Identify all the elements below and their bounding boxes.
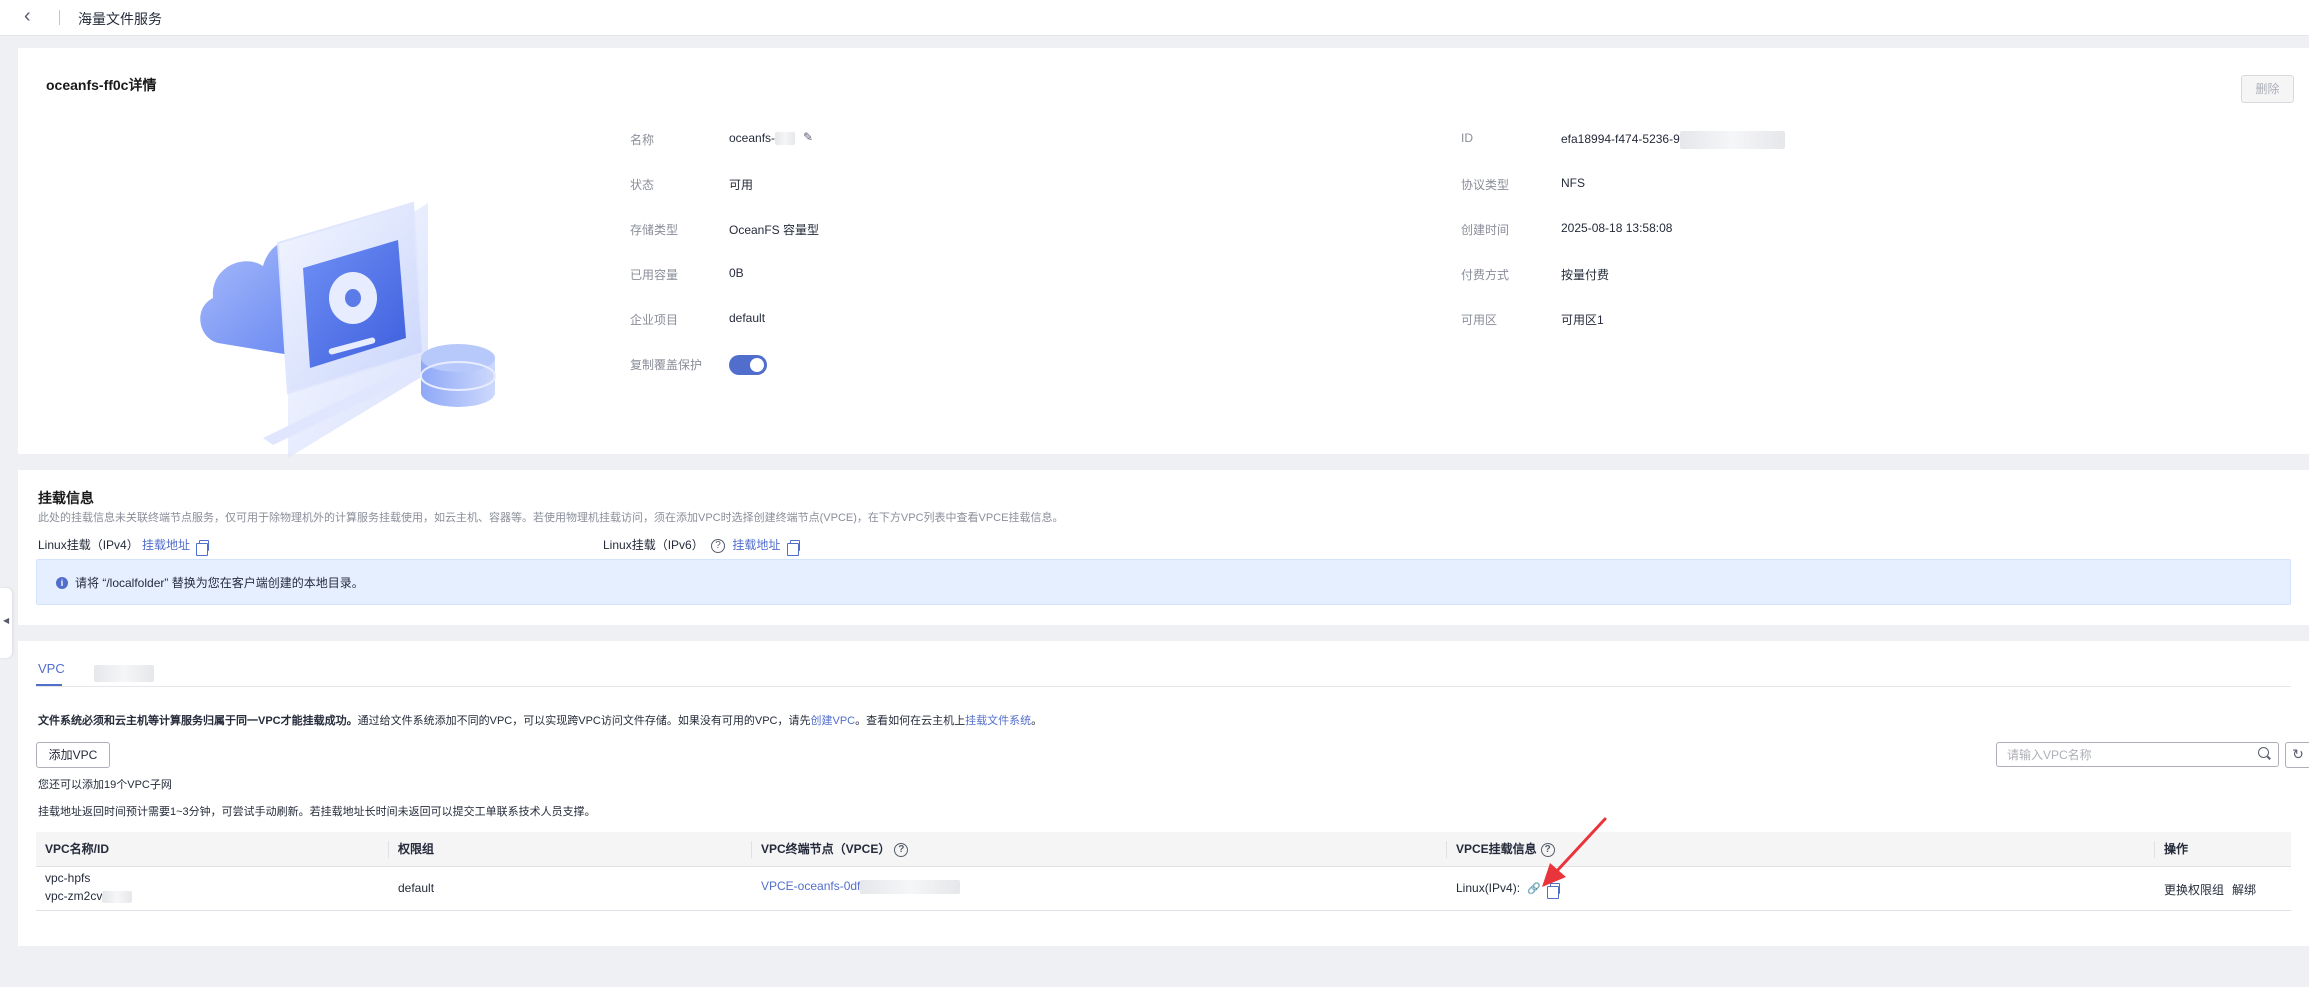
edit-icon[interactable]: ✎ [803, 130, 813, 144]
top-bar: ‹ 海量文件服务 [0, 0, 2309, 36]
info-banner [36, 559, 2291, 605]
storage-type-value: OceanFS 容量型 [729, 223, 820, 237]
col-vpce: VPC终端节点（VPCE）? [761, 832, 912, 867]
remain-vpc-text: 您还可以添加19个VPC子网 [38, 779, 172, 791]
search-icon[interactable] [2258, 747, 2269, 758]
copy-icon[interactable] [786, 540, 800, 557]
col-divider [751, 841, 752, 858]
az-label: 可用区 [1461, 313, 1498, 327]
info-icon: i [56, 577, 68, 589]
chevron-left-icon[interactable]: ‹ [24, 6, 46, 28]
ipv6-mount-label: Linux挂载（IPv6） [603, 538, 704, 552]
change-perm-group-link[interactable]: 更换权限组 [2164, 881, 2224, 898]
col-actions: 操作 [2164, 842, 2189, 856]
divider [59, 10, 60, 25]
help-icon[interactable]: ? [894, 842, 909, 857]
perm-group-value: default [398, 881, 435, 895]
col-perm-group: 权限组 [398, 842, 435, 856]
vpce-value[interactable]: VPCE-oceanfs-0df [761, 879, 961, 894]
ipv4-mount-label: Linux挂载（IPv4） [38, 538, 139, 552]
refresh-icon: ↻ [2292, 746, 2304, 762]
status-value: 可用 [729, 178, 754, 192]
enterprise-project-label: 企业项目 [630, 313, 679, 327]
vpc-note: 文件系统必须和云主机等计算服务归属于同一VPC才能挂载成功。通过给文件系统添加不… [38, 715, 1043, 727]
table-row: vpc-hpfs vpc-zm2cv default VPCE-oceanfs-… [36, 867, 2291, 911]
help-icon[interactable]: ? [711, 538, 726, 553]
refresh-button[interactable]: ↻ [2285, 742, 2309, 768]
protocol-label: 协议类型 [1461, 178, 1510, 192]
create-vpc-link[interactable]: 创建VPC [810, 715, 855, 727]
col-divider [388, 841, 389, 858]
info-banner-text: 请将 “/localfolder” 替换为您在客户端创建的本地目录。 [75, 576, 364, 590]
storage-type-label: 存储类型 [630, 223, 679, 237]
protocol-value: NFS [1561, 176, 1585, 190]
ipv6-mount: Linux挂载（IPv6） ? 挂载地址 [603, 536, 800, 557]
col-divider [1446, 841, 1447, 858]
status-label: 状态 [630, 178, 655, 192]
billing-label: 付费方式 [1461, 268, 1510, 282]
side-collapse-handle[interactable]: ◀ [0, 588, 12, 658]
billing-value: 按量付费 [1561, 268, 1610, 282]
mount-info-card: 挂载信息 此处的挂载信息未关联终端节点服务，仅可用于除物理机外的计算服务挂载使用… [18, 470, 2309, 625]
add-vpc-button[interactable]: 添加VPC [36, 742, 110, 768]
detail-card: oceanfs-ff0c详情 删除 名称 oceanfs- ✎ 状态 可用 存储… [18, 48, 2309, 458]
ipv4-mount: Linux挂载（IPv4） 挂载地址 [38, 536, 210, 557]
used-capacity-value: 0B [729, 266, 744, 280]
mount-info-title: 挂载信息 [38, 490, 94, 506]
ipv4-mount-link[interactable]: 挂载地址 [142, 538, 190, 552]
name-value: oceanfs- [729, 131, 796, 146]
overwrite-protect-toggle[interactable] [729, 355, 767, 375]
delete-button[interactable]: 删除 [2241, 75, 2294, 103]
id-value: efa18994-f474-5236-9 [1561, 131, 1785, 149]
chevron-left-icon: ◀ [3, 616, 10, 625]
mount-time-note: 挂载地址返回时间预计需要1~3分钟，可尝试手动刷新。若挂载地址长时间未返回可以提… [38, 806, 596, 818]
page-title: 海量文件服务 [78, 11, 162, 27]
vpc-name-link[interactable]: vpc-hpfs [45, 871, 90, 885]
vpc-id: vpc-zm2cv [45, 889, 133, 903]
tab-masked[interactable] [94, 665, 154, 682]
detail-title: oceanfs-ff0c详情 [46, 77, 157, 93]
mount-info-desc: 此处的挂载信息未关联终端节点服务，仅可用于除物理机外的计算服务挂载使用，如云主机… [38, 512, 1064, 524]
enterprise-project-value: default [729, 311, 766, 325]
overwrite-protect-label: 复制覆盖保护 [630, 358, 703, 372]
tab-divider [36, 686, 2291, 687]
name-label: 名称 [630, 133, 655, 147]
used-capacity-label: 已用容量 [630, 268, 679, 282]
id-label: ID [1461, 131, 1473, 145]
unbind-link[interactable]: 解绑 [2232, 881, 2256, 898]
created-time-value: 2025-08-18 13:58:08 [1561, 221, 1673, 235]
annotation-arrow-icon [1542, 817, 1607, 887]
file-storage-illustration-icon [200, 201, 496, 458]
copy-icon[interactable] [196, 540, 210, 557]
created-time-label: 创建时间 [1461, 223, 1510, 237]
az-value: 可用区1 [1561, 313, 1604, 327]
tab-vpc[interactable]: VPC [38, 661, 65, 676]
vpc-search-input[interactable] [1996, 742, 2279, 767]
ipv6-mount-link[interactable]: 挂载地址 [732, 538, 780, 552]
col-vpc-name: VPC名称/ID [45, 842, 110, 856]
col-divider [2154, 841, 2155, 858]
mount-fs-link[interactable]: 挂载文件系统 [965, 715, 1031, 727]
vpc-table-header: VPC名称/ID 权限组 VPC终端节点（VPCE）? VPCE挂载信息? 操作 [36, 832, 2291, 867]
vpc-card: VPC 文件系统必须和云主机等计算服务归属于同一VPC才能挂载成功。通过给文件系… [18, 641, 2309, 946]
